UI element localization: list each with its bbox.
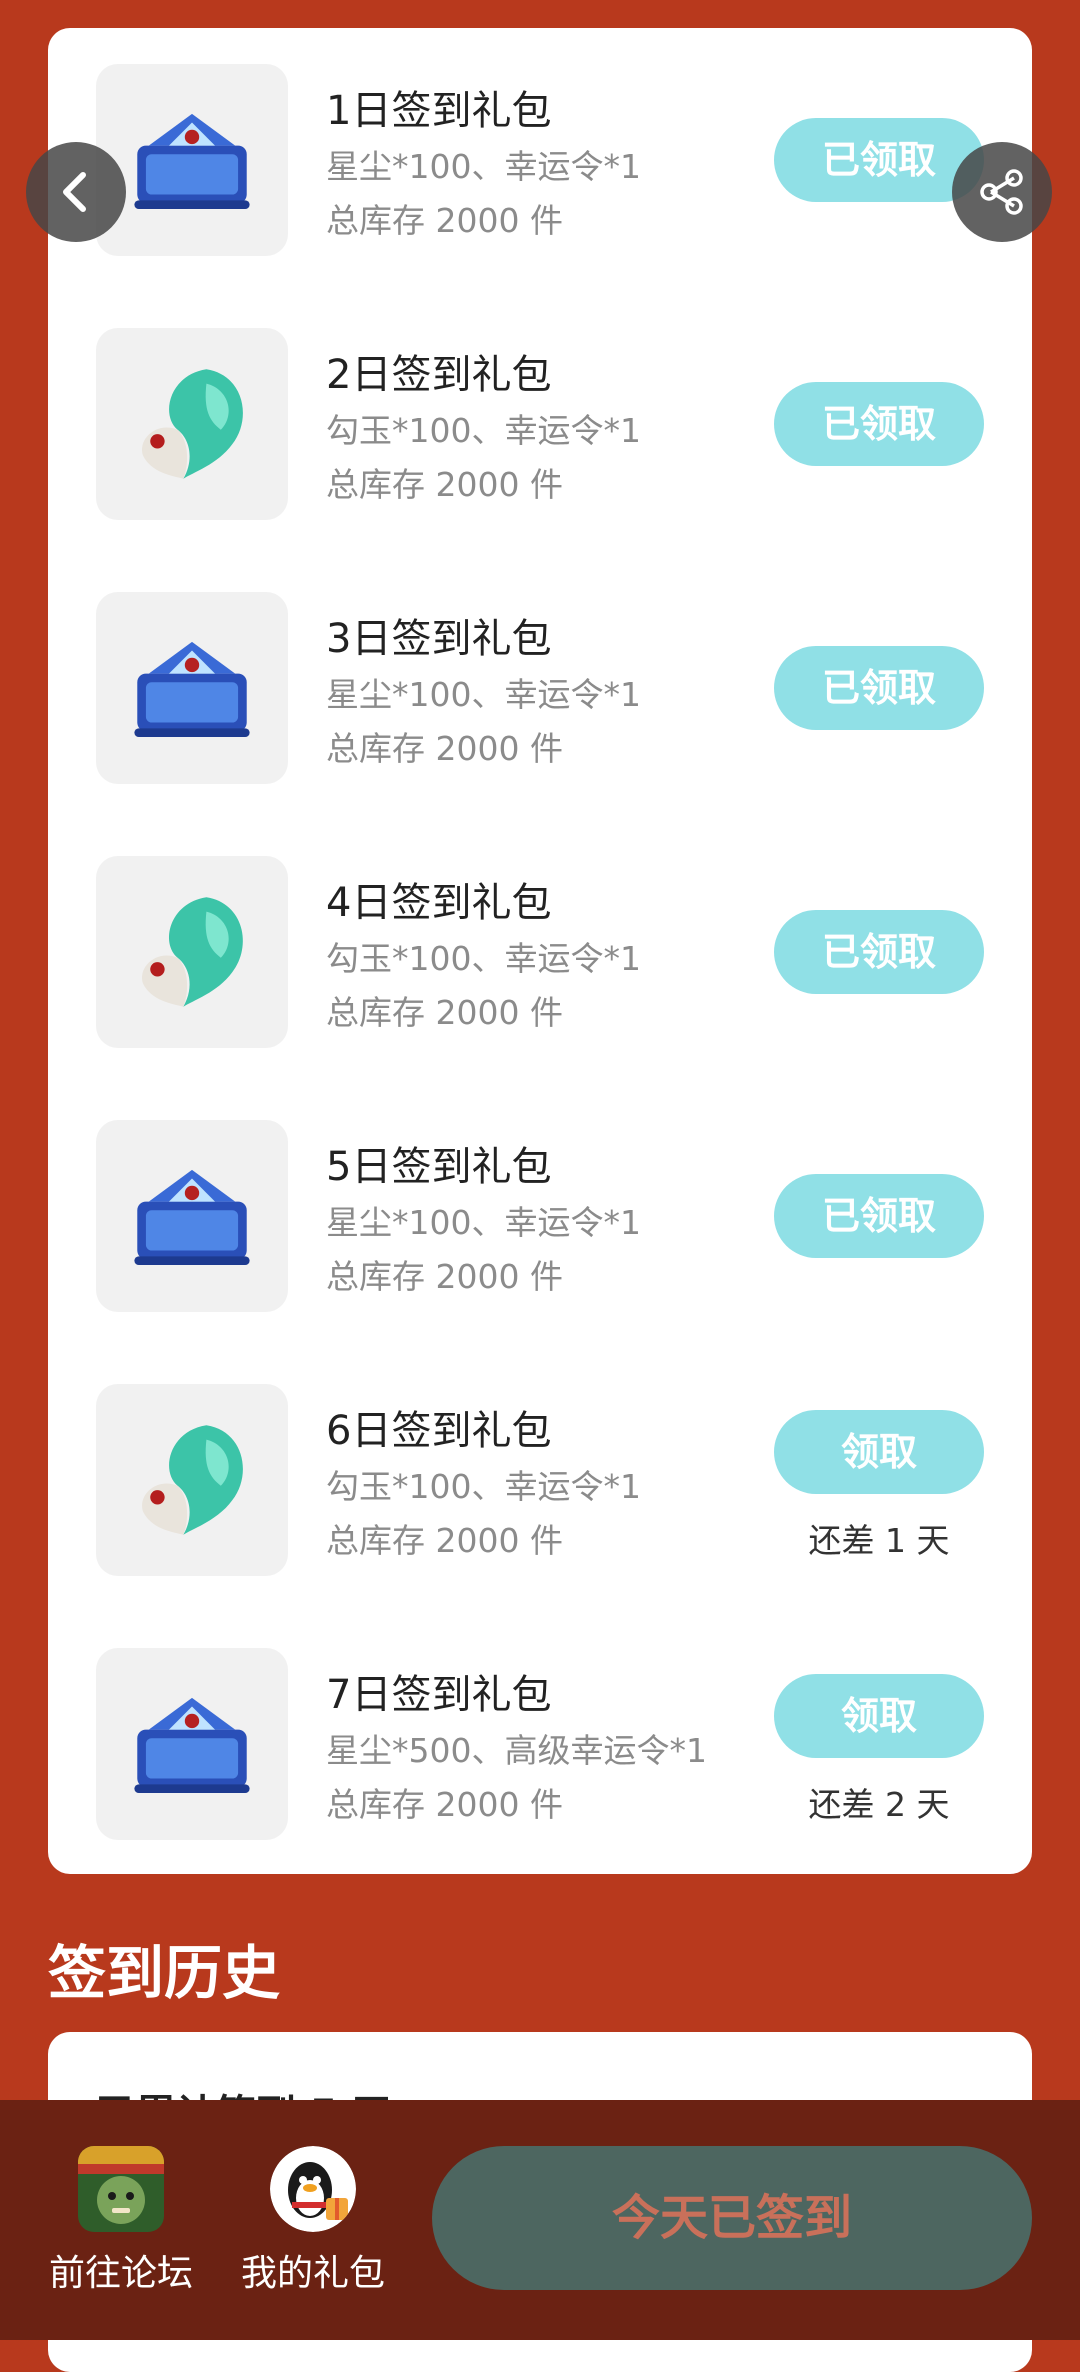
gift-contents: 勾玉*100、幸运令*1 [326,411,641,450]
go-to-forum-label: 前往论坛 [48,2253,193,2294]
claimed-button[interactable]: 已领取 [774,646,984,730]
gift-row-day-1: 1日签到礼包 星尘*100、幸运令*1 总库存 2000 件 已领取 [48,64,1032,258]
gift-row-day-4: 4日签到礼包 勾玉*100、幸运令*1 总库存 2000 件 已领取 [48,856,1032,1050]
gift-title: 2日签到礼包 [326,352,552,398]
gift-thumbnail [96,328,288,520]
claimed-button[interactable]: 已领取 [774,910,984,994]
days-remaining: 还差 1 天 [808,1521,950,1560]
gift-row-day-5: 5日签到礼包 星尘*100、幸运令*1 总库存 2000 件 已领取 [48,1120,1032,1314]
gift-stock: 总库存 2000 件 [326,201,563,240]
claim-button[interactable]: 领取 [774,1410,984,1494]
go-to-forum-button[interactable]: 前往论坛 [26,2146,216,2316]
gift-contents: 勾玉*100、幸运令*1 [326,1467,641,1506]
gift-contents: 星尘*100、幸运令*1 [326,147,641,186]
back-button[interactable] [26,142,126,242]
claimed-button[interactable]: 已领取 [774,382,984,466]
gift-thumbnail [96,1384,288,1576]
jade-icon [142,897,243,1007]
gift-stock: 总库存 2000 件 [326,465,563,504]
gift-thumbnail [96,1648,288,1840]
gift-title: 5日签到礼包 [326,1144,552,1190]
gift-contents: 星尘*500、高级幸运令*1 [326,1731,707,1770]
bottom-action-bar: 前往论坛 我的礼包 今天已签到 [0,2100,1080,2340]
gift-stock: 总库存 2000 件 [326,1257,563,1296]
gift-title: 6日签到礼包 [326,1408,552,1454]
gift-thumbnail [96,1120,288,1312]
sign-in-history-heading: 签到历史 [48,1939,281,2007]
gift-title: 7日签到礼包 [326,1672,552,1718]
share-icon [980,169,1023,215]
gift-title: 3日签到礼包 [326,616,552,662]
gift-stock: 总库存 2000 件 [326,993,563,1032]
my-gifts-button[interactable]: 我的礼包 [218,2146,408,2316]
gift-row-day-3: 3日签到礼包 星尘*100、幸运令*1 总库存 2000 件 已领取 [48,592,1032,786]
gift-stock: 总库存 2000 件 [326,1521,563,1560]
gift-row-day-6: 6日签到礼包 勾玉*100、幸运令*1 总库存 2000 件 领取 还差 1 天 [48,1384,1032,1578]
days-remaining: 还差 2 天 [808,1785,950,1824]
jade-icon [142,369,243,479]
gift-title: 1日签到礼包 [326,88,552,134]
forum-game-icon [78,2146,164,2232]
share-button[interactable] [952,142,1052,242]
gift-stock: 总库存 2000 件 [326,729,563,768]
gift-title: 4日签到礼包 [326,880,552,926]
gift-row-day-7: 7日签到礼包 星尘*500、高级幸运令*1 总库存 2000 件 领取 还差 2… [48,1648,1032,1842]
gift-contents: 勾玉*100、幸运令*1 [326,939,641,978]
qq-penguin-icon [270,2146,356,2232]
chest-icon [134,641,250,737]
gift-thumbnail [96,64,288,256]
gift-stock: 总库存 2000 件 [326,1785,563,1824]
gift-thumbnail [96,856,288,1048]
chest-icon [134,1169,250,1265]
gift-row-day-2: 2日签到礼包 勾玉*100、幸运令*1 总库存 2000 件 已领取 [48,328,1032,522]
gift-list-card: 1日签到礼包 星尘*100、幸运令*1 总库存 2000 件 已领取 2日签到礼… [48,28,1032,1874]
my-gifts-label: 我的礼包 [240,2253,385,2294]
claim-button[interactable]: 领取 [774,1674,984,1758]
gift-contents: 星尘*100、幸运令*1 [326,1203,641,1242]
chest-icon [134,113,250,209]
gift-contents: 星尘*100、幸运令*1 [326,675,641,714]
chevron-left-icon [63,172,86,212]
jade-icon [142,1425,243,1535]
chest-icon [134,1697,250,1793]
gift-thumbnail [96,592,288,784]
signed-in-today-button[interactable]: 今天已签到 [432,2146,1032,2290]
claimed-button[interactable]: 已领取 [774,1174,984,1258]
